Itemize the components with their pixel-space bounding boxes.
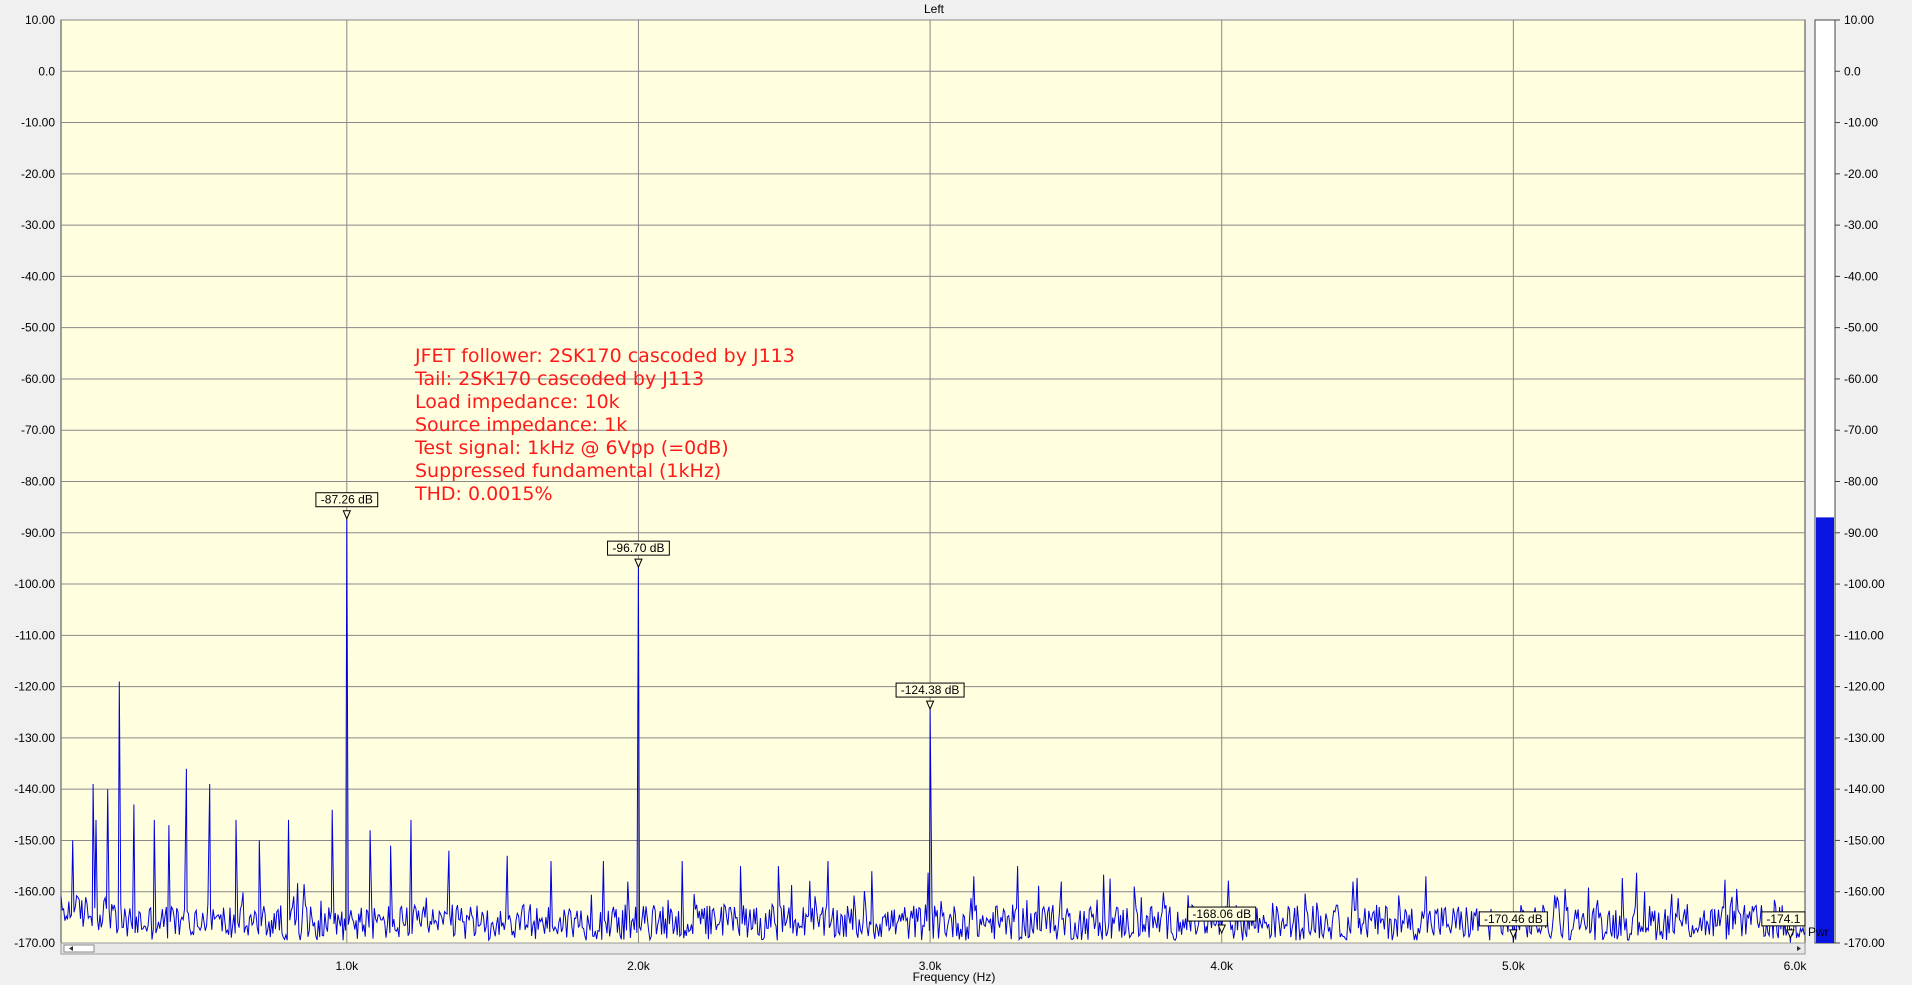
meter-tick-label: -10.00 — [1844, 116, 1878, 130]
y-tick-label: -10.00 — [21, 116, 55, 130]
meter-tick-label: -20.00 — [1844, 167, 1878, 181]
x-tick-label: 4.0k — [1210, 959, 1234, 973]
x-tick-label: 2.0k — [627, 959, 651, 973]
annotation-line: Suppressed fundamental (1kHz) — [415, 460, 721, 482]
y-tick-label: -160.00 — [14, 885, 55, 899]
y-tick-label: -120.00 — [14, 680, 55, 694]
y-tick-label: -130.00 — [14, 731, 55, 745]
annotation-line: THD: 0.0015% — [414, 483, 553, 505]
y-tick-label: -20.00 — [21, 167, 55, 181]
horizontal-scrollbar[interactable] — [60, 942, 1806, 955]
y-tick-label: 10.00 — [25, 13, 55, 27]
y-tick-label: -70.00 — [21, 423, 55, 437]
meter-tick-label: -90.00 — [1844, 526, 1878, 540]
y-tick-label: 0.0 — [38, 64, 55, 78]
x-tick-label: 5.0k — [1502, 959, 1526, 973]
meter-tick-label: -60.00 — [1844, 372, 1878, 386]
meter-tick-label: -150.00 — [1844, 833, 1885, 847]
meter-tick-label: -110.00 — [1844, 628, 1884, 642]
meter-tick-label: -50.00 — [1844, 321, 1878, 335]
chart-title: Left — [924, 2, 945, 16]
annotation-line: Test signal: 1kHz @ 6Vpp (=0dB) — [414, 437, 729, 459]
y-tick-label: -30.00 — [21, 218, 55, 232]
y-tick-label: -150.00 — [14, 833, 55, 847]
y-tick-label: -40.00 — [21, 269, 55, 283]
meter-tick-label: -140.00 — [1844, 782, 1885, 796]
annotation-line: Load impedance: 10k — [415, 391, 620, 413]
peak-marker-label: -168.06 dB — [1192, 907, 1251, 921]
meter-tick-label: 0.0 — [1844, 64, 1861, 78]
annotation-line: Source impedance: 1k — [415, 414, 627, 436]
spectrum-analyzer-window: Left 10.00 0.0 -10.00 -20.00 -30.00 -40.00 -50… — [0, 0, 1912, 985]
y-tick-label: -100.00 — [14, 577, 55, 591]
meter-tick-label: -130.00 — [1844, 731, 1885, 745]
y-tick-label: -50.00 — [21, 321, 55, 335]
y-tick-label: -90.00 — [21, 526, 55, 540]
annotation-line: Tail: 2SK170 cascoded by J113 — [414, 368, 704, 390]
peak-marker-label: -87.26 dB — [321, 493, 373, 507]
peak-marker-label: -174.1 — [1766, 912, 1800, 926]
y-tick-label: -80.00 — [21, 475, 55, 489]
meter-tick-label: -170.00 — [1844, 936, 1885, 950]
annotation-line: JFET follower: 2SK170 cascoded by J113 — [414, 345, 795, 367]
scrollbar-thumb[interactable] — [63, 944, 95, 953]
x-tick-label: 1.0k — [335, 959, 359, 973]
peak-marker-label: -96.70 dB — [612, 541, 664, 555]
meter-tick-label: -100.00 — [1844, 577, 1885, 591]
y-tick-label: -170.00 — [14, 936, 55, 950]
meter-tick-label: -160.00 — [1844, 885, 1885, 899]
meter-tick-label: 10.00 — [1844, 13, 1874, 27]
y-tick-label: -140.00 — [14, 782, 55, 796]
peak-marker-label: -124.38 dB — [901, 683, 960, 697]
y-tick-label: -110.00 — [15, 628, 55, 642]
meter-tick-label: -80.00 — [1844, 475, 1878, 489]
x-tick-label: 6.0k — [1784, 959, 1808, 973]
meter-label: Pwr — [1808, 925, 1829, 939]
x-axis-label: Frequency (Hz) — [913, 970, 996, 984]
meter-tick-label: -70.00 — [1844, 423, 1878, 437]
meter-tick-label: -120.00 — [1844, 680, 1885, 694]
meter-tick-label: -40.00 — [1844, 269, 1878, 283]
meter-tick-label: -30.00 — [1844, 218, 1878, 232]
spectrum-chart: Left 10.00 0.0 -10.00 -20.00 -30.00 -40.00 -50… — [0, 0, 1912, 985]
level-meter-fill — [1816, 517, 1834, 943]
y-tick-label: -60.00 — [21, 372, 55, 386]
peak-marker-label: -170.46 dB — [1484, 912, 1543, 926]
